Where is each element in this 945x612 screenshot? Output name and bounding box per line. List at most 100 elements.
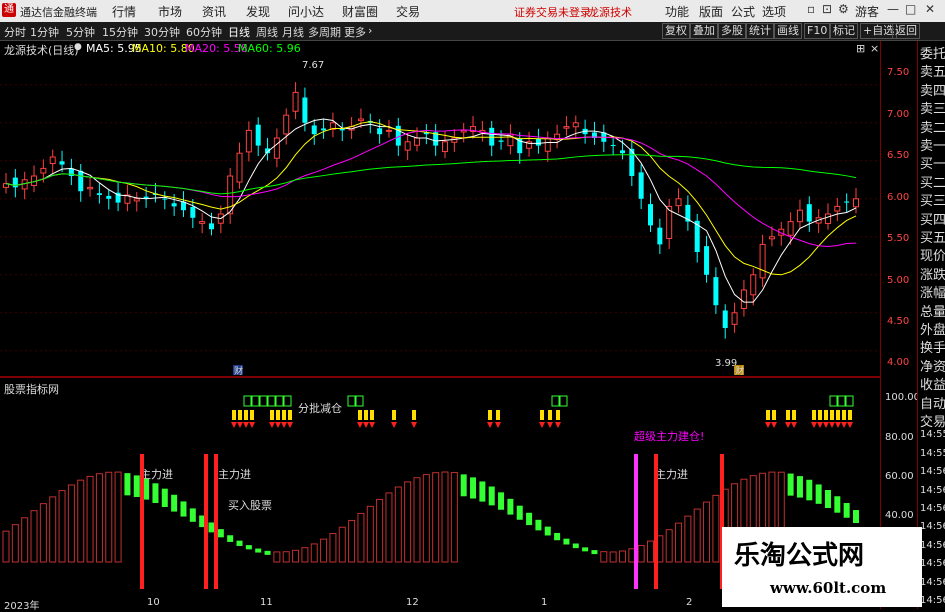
back-button[interactable]: 返回 bbox=[892, 23, 920, 39]
menu-quotes[interactable]: 行情 bbox=[112, 3, 136, 20]
indicator-bar bbox=[413, 477, 421, 563]
chart-close-icon[interactable]: × bbox=[870, 42, 879, 55]
period-monthly[interactable]: 月线 bbox=[282, 24, 304, 40]
menu-wealth[interactable]: 财富圈 bbox=[342, 3, 378, 20]
side-panel-item[interactable]: 买一 bbox=[920, 153, 945, 172]
stats-button[interactable]: 统计 bbox=[746, 23, 774, 39]
period-30min[interactable]: 30分钟 bbox=[144, 24, 180, 40]
side-panel-item[interactable]: 卖四 bbox=[920, 80, 945, 99]
side-panel-item[interactable]: 总量 bbox=[920, 301, 945, 320]
multi-stock-button[interactable]: 多股 bbox=[718, 23, 746, 39]
side-panel-item[interactable]: 买三 bbox=[920, 190, 945, 209]
candle-body bbox=[171, 203, 177, 207]
menu-market[interactable]: 市场 bbox=[158, 3, 182, 20]
side-panel-item[interactable]: 14:56 bbox=[920, 466, 945, 477]
indicator-bar bbox=[245, 545, 252, 550]
menu-function[interactable]: 功能 bbox=[665, 3, 689, 20]
indicator-bar bbox=[273, 551, 281, 563]
side-panel-item[interactable]: 自动 bbox=[920, 393, 945, 412]
side-panel-item[interactable]: 涨跌 bbox=[920, 264, 945, 283]
draw-line-button[interactable]: 画线 bbox=[774, 23, 802, 39]
side-panel-item[interactable]: 14:55 bbox=[920, 448, 945, 459]
period-multi[interactable]: 多周期 bbox=[308, 24, 341, 40]
settings-icon[interactable]: ⚙ bbox=[838, 2, 849, 16]
menu-news[interactable]: 资讯 bbox=[202, 3, 226, 20]
candle-body bbox=[824, 213, 831, 224]
minimize-icon[interactable]: — bbox=[887, 2, 899, 16]
period-5min[interactable]: 5分钟 bbox=[66, 24, 95, 40]
menu-trade[interactable]: 交易 bbox=[396, 3, 420, 20]
side-panel-item[interactable]: 14:56 bbox=[920, 521, 945, 532]
indicator-bar bbox=[143, 478, 150, 500]
indicator-bar bbox=[329, 533, 337, 563]
side-panel-item[interactable]: 卖五 bbox=[920, 61, 945, 80]
period-timeshare[interactable]: 分时 bbox=[4, 24, 26, 40]
menu-discover[interactable]: 发现 bbox=[246, 3, 270, 20]
side-panel-item[interactable]: 换手 bbox=[920, 337, 945, 356]
indicator-bar bbox=[310, 543, 318, 563]
lock-icon[interactable]: ⊡ bbox=[822, 2, 832, 16]
candle-body bbox=[404, 141, 411, 151]
menu-layout[interactable]: 版面 bbox=[699, 3, 723, 20]
chart-expand-icon[interactable]: ⊞ bbox=[856, 42, 865, 55]
side-panel-item[interactable]: 涨幅 bbox=[920, 282, 945, 301]
f10-button[interactable]: F10 bbox=[804, 23, 831, 39]
date-label: 2 bbox=[686, 597, 693, 608]
side-panel-item[interactable]: 收益 bbox=[920, 374, 945, 393]
side-panel-item[interactable]: 现价 bbox=[920, 245, 945, 264]
candle-body bbox=[208, 223, 214, 230]
side-panel-item[interactable]: 外盘 bbox=[920, 319, 945, 338]
side-panel-item[interactable]: 14:56 bbox=[920, 503, 945, 514]
date-label: 12 bbox=[406, 597, 419, 608]
login-notice[interactable]: 证券交易未登录 bbox=[514, 4, 591, 20]
period-15min[interactable]: 15分钟 bbox=[102, 24, 138, 40]
candle-body bbox=[704, 246, 710, 275]
restore-icon[interactable]: ▫ bbox=[807, 2, 815, 16]
watermark-title: 乐淘公式网 bbox=[734, 541, 865, 571]
side-panel-item[interactable]: 14:56 bbox=[920, 540, 945, 551]
axis-label: 6.50 bbox=[887, 150, 910, 161]
ma-settings-icon[interactable]: ● bbox=[74, 42, 82, 52]
period-more-icon[interactable]: › bbox=[368, 24, 372, 37]
signal-marker bbox=[392, 410, 396, 420]
side-panel-item[interactable]: 买四 bbox=[920, 209, 945, 228]
menu-formula[interactable]: 公式 bbox=[731, 3, 755, 20]
side-panel-item[interactable]: 14:55 bbox=[920, 429, 945, 440]
indicator-bar bbox=[554, 532, 561, 541]
date-label: 2023年 bbox=[4, 601, 40, 612]
side-panel-item[interactable]: 买五 bbox=[920, 227, 945, 246]
side-panel-item[interactable]: 卖三 bbox=[920, 98, 945, 117]
guest-label[interactable]: 游客 bbox=[855, 3, 879, 20]
mark-button[interactable]: 标记 bbox=[830, 23, 858, 39]
period-60min[interactable]: 60分钟 bbox=[186, 24, 222, 40]
period-weekly[interactable]: 周线 bbox=[256, 24, 278, 40]
side-panel-item[interactable]: 交易 bbox=[920, 411, 945, 430]
indicator-bar bbox=[637, 544, 645, 563]
signal-bar bbox=[204, 454, 208, 589]
candle-body bbox=[106, 195, 112, 199]
fuquan-button[interactable]: 复权 bbox=[662, 23, 690, 39]
candle-body bbox=[544, 137, 551, 152]
kline-chart[interactable]: 7.67 3.99 财 财 bbox=[0, 56, 880, 376]
period-more[interactable]: 更多 bbox=[344, 24, 366, 40]
side-panel-item[interactable]: 卖一 bbox=[920, 135, 945, 154]
side-panel-item[interactable]: 14:56 bbox=[920, 485, 945, 496]
side-panel-item[interactable]: 卖二 bbox=[920, 117, 945, 136]
maximize-icon[interactable]: □ bbox=[905, 2, 916, 16]
period-daily[interactable]: 日线 bbox=[228, 24, 250, 40]
side-panel-item[interactable]: 14:56 bbox=[920, 558, 945, 569]
period-1min[interactable]: 1分钟 bbox=[30, 24, 59, 40]
menu-options[interactable]: 选项 bbox=[762, 3, 786, 20]
overlay-button[interactable]: 叠加 bbox=[690, 23, 718, 39]
side-panel-item[interactable]: 14:56 bbox=[920, 577, 945, 588]
close-icon[interactable]: ✕ bbox=[925, 2, 935, 16]
side-panel-item[interactable]: 净资 bbox=[920, 356, 945, 375]
side-panel-item[interactable]: 买二 bbox=[920, 172, 945, 191]
indicator-bar bbox=[703, 501, 711, 563]
side-panel-item[interactable]: 14:56 bbox=[920, 595, 945, 606]
indicator-bar bbox=[815, 484, 822, 504]
side-panel-item[interactable]: 委托 bbox=[920, 43, 945, 62]
menu-ask[interactable]: 问小达 bbox=[288, 3, 324, 20]
indicator-bar bbox=[806, 479, 813, 501]
signal-arrow bbox=[555, 422, 561, 428]
